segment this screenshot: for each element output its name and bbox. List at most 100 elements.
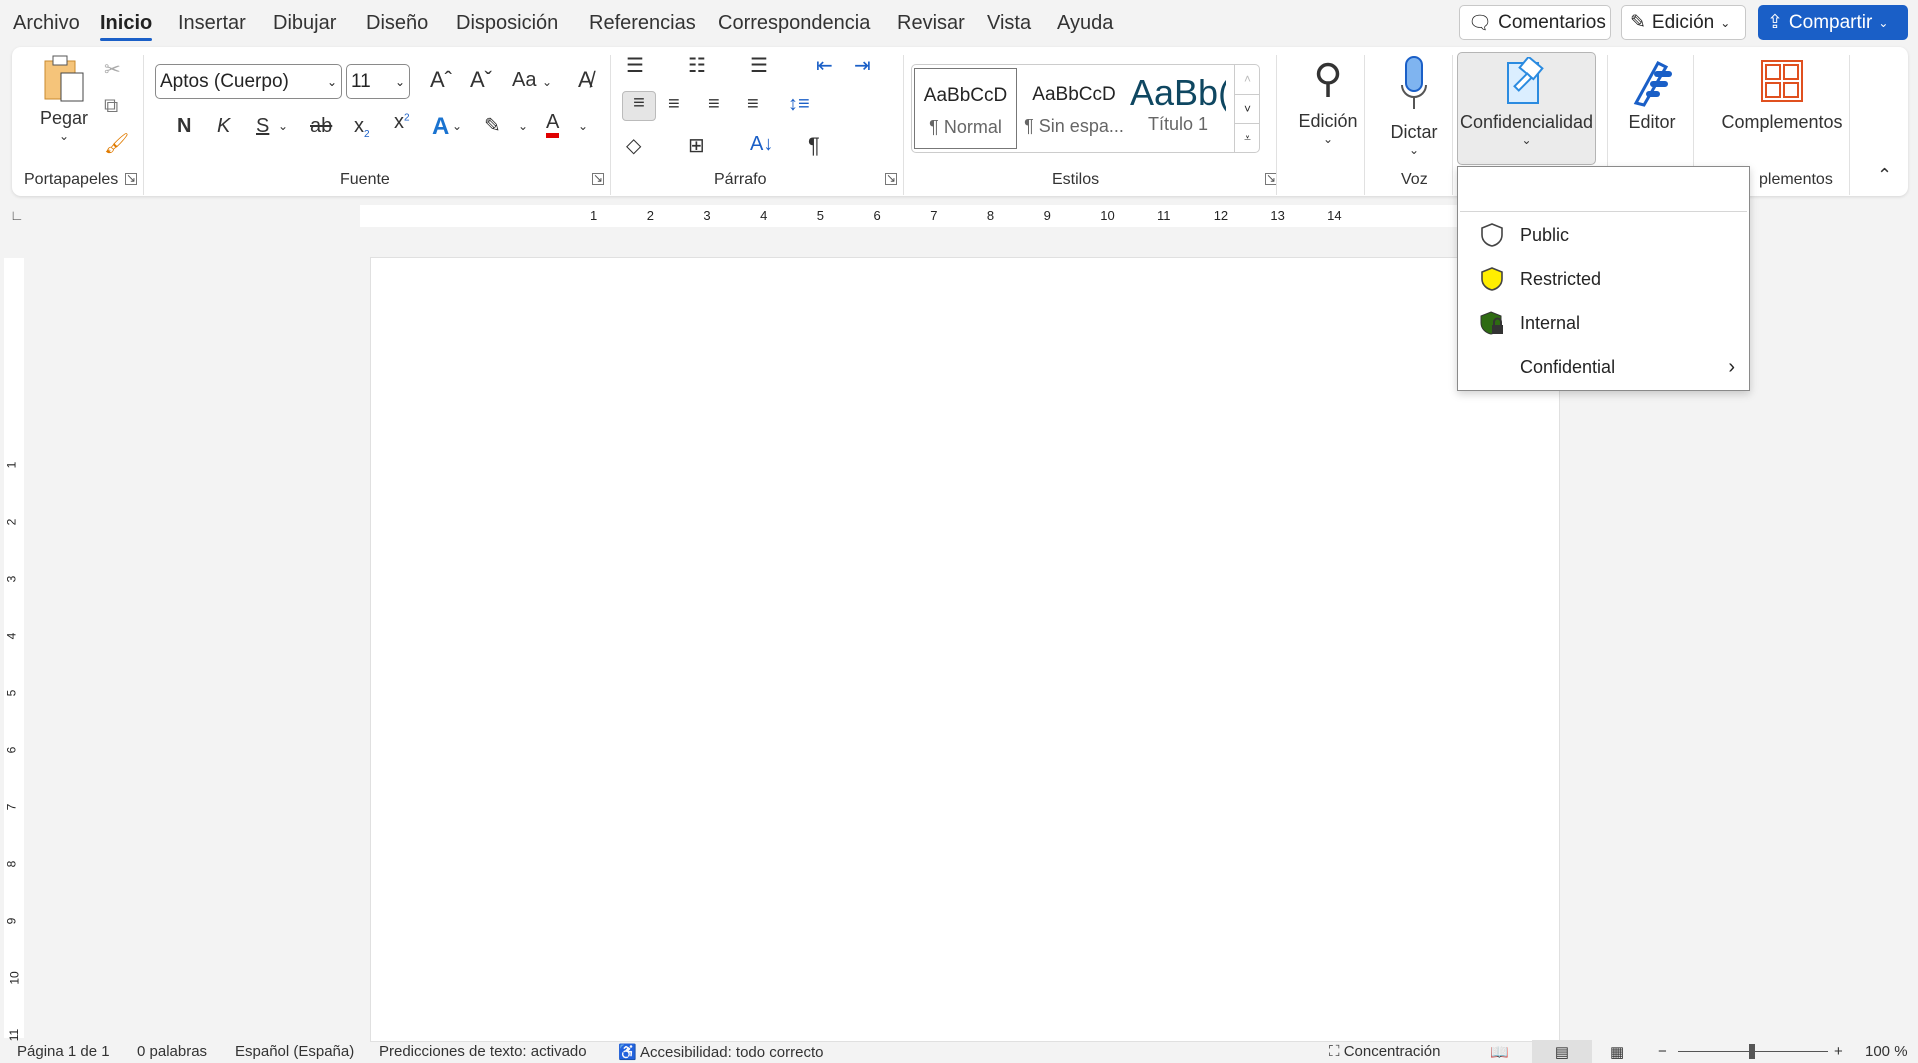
grow-font-icon[interactable]: Aˆ (430, 67, 452, 93)
change-case-button[interactable]: Aa ⌄ (512, 69, 552, 92)
tab-disposicion[interactable]: Disposición (456, 12, 558, 35)
align-center-icon[interactable]: ≡ (668, 93, 680, 116)
page-count[interactable]: Página 1 de 1 (17, 1043, 110, 1060)
subscript-icon[interactable]: x2 (354, 115, 370, 140)
comments-button[interactable]: 🗨 Comentarios (1459, 5, 1611, 40)
line-spacing-icon[interactable]: ↕≡ (788, 93, 810, 116)
paste-button[interactable]: Pegar ⌄ (34, 53, 94, 143)
dialog-launcher-icon[interactable]: ↘ (592, 172, 604, 185)
numbering-icon[interactable]: ☷ (688, 53, 706, 78)
search-icon: ⚲ (1313, 57, 1343, 101)
font-color-icon[interactable]: A (546, 111, 560, 138)
sensitivity-dropdown: Public Restricted Internal Confidential … (1457, 166, 1750, 391)
ruler-number: 2 (646, 208, 654, 223)
highlight-icon[interactable]: ✎ (484, 113, 501, 138)
tab-inicio[interactable]: Inicio (100, 12, 153, 41)
tab-correspondencia[interactable]: Correspondencia (718, 12, 870, 35)
style-heading-1[interactable]: AaBb(Título 1 (1130, 68, 1226, 149)
focus-mode-button[interactable]: ⛶ Concentración (1329, 1043, 1440, 1060)
bold-button[interactable]: N (177, 115, 191, 138)
tab-insertar[interactable]: Insertar (178, 12, 246, 35)
clear-formatting-icon[interactable]: A̸ (578, 67, 593, 93)
document-page[interactable] (370, 257, 1560, 1042)
web-layout-icon[interactable]: ▦ (1610, 1043, 1624, 1061)
sort-icon[interactable]: A↓ (750, 133, 773, 156)
addins-button[interactable]: Complementos (1702, 53, 1862, 133)
share-button[interactable]: ⇪ Compartir ⌄ (1758, 5, 1908, 40)
editor-button[interactable]: Editor (1612, 53, 1692, 133)
tab-diseno[interactable]: Diseño (366, 12, 428, 35)
justify-icon[interactable]: ≡ (747, 93, 759, 116)
align-right-icon[interactable]: ≡ (708, 93, 720, 116)
editing-mode-button[interactable]: ✎ Edición ⌄ (1621, 5, 1746, 40)
dialog-launcher-icon[interactable]: ↘ (885, 172, 897, 185)
zoom-in-icon[interactable]: + (1834, 1043, 1843, 1060)
shrink-font-icon[interactable]: Aˇ (470, 67, 492, 93)
increase-indent-icon[interactable]: ⇥ (854, 53, 871, 78)
tab-ayuda[interactable]: Ayuda (1057, 12, 1113, 35)
strikethrough-button[interactable]: ab (310, 115, 332, 138)
scroll-up-icon[interactable]: ˄ (1235, 65, 1260, 94)
zoom-slider[interactable] (1678, 1044, 1828, 1059)
chevron-down-icon[interactable]: ⌄ (578, 119, 588, 133)
menu-item-public[interactable]: Public (1458, 213, 1749, 257)
italic-button[interactable]: K (217, 115, 230, 138)
text-predictions-status[interactable]: Predicciones de texto: activado (379, 1043, 587, 1060)
cut-icon[interactable]: ✂ (104, 57, 121, 82)
font-size-value: 11 (351, 70, 371, 92)
collapse-ribbon-icon[interactable]: ⌃ (1877, 165, 1892, 186)
tab-referencias[interactable]: Referencias (589, 12, 696, 35)
format-painter-icon[interactable]: 🖌 (104, 131, 129, 156)
bullets-icon[interactable]: ☰ (626, 53, 644, 78)
tab-revisar[interactable]: Revisar (897, 12, 965, 35)
text-effects-icon[interactable]: A (432, 113, 449, 141)
style-no-spacing[interactable]: AaBbCcD ¶ Sin espa... (1022, 68, 1126, 149)
menu-item-restricted[interactable]: Restricted (1458, 257, 1749, 301)
menu-item-confidential[interactable]: Confidential › (1458, 345, 1749, 389)
multilevel-list-icon[interactable]: ☰ (750, 53, 768, 78)
read-mode-icon[interactable]: 📖 (1490, 1043, 1509, 1061)
tab-stop-selector-icon[interactable]: ∟ (10, 207, 24, 223)
chevron-down-icon[interactable]: ⌄ (518, 119, 528, 133)
sensitivity-button[interactable]: Confidencialidad ⌄ (1457, 52, 1596, 165)
show-formatting-marks-icon[interactable]: ¶ (808, 133, 820, 159)
menu-item-internal[interactable]: Internal (1458, 301, 1749, 345)
scroll-down-icon[interactable]: ˅ (1235, 94, 1260, 123)
vertical-ruler[interactable]: 1 2 3 4 5 6 7 8 9 10 11 (4, 258, 24, 1041)
style-normal[interactable]: AaBbCcD ¶ Normal (914, 68, 1017, 149)
borders-icon[interactable]: ⊞ (688, 133, 705, 158)
divider (1460, 211, 1747, 212)
tab-dibujar[interactable]: Dibujar (273, 12, 336, 35)
zoom-out-icon[interactable]: − (1658, 1043, 1667, 1060)
share-icon: ⇪ (1767, 12, 1783, 33)
superscript-icon[interactable]: x2 (394, 111, 410, 134)
shading-icon[interactable]: ◇ (626, 133, 641, 158)
tab-vista[interactable]: Vista (987, 12, 1031, 35)
tab-archivo[interactable]: Archivo (13, 12, 80, 35)
zoom-slider-thumb[interactable] (1749, 1044, 1755, 1059)
chevron-down-icon[interactable]: ⌄ (452, 119, 462, 133)
chevron-down-icon[interactable]: ⌄ (278, 119, 288, 133)
decrease-indent-icon[interactable]: ⇤ (816, 53, 833, 78)
print-layout-icon[interactable]: ▤ (1532, 1040, 1592, 1063)
horizontal-ruler[interactable]: 1 2 3 4 5 6 7 8 9 10 11 12 13 14 (360, 205, 1460, 227)
editing-button[interactable]: ⚲ Edición ⌄ (1282, 53, 1374, 146)
font-name-select[interactable]: Aptos (Cuerpo) ⌄ (155, 64, 342, 99)
ruler-number: 10 (1100, 208, 1115, 223)
dialog-launcher-icon[interactable]: ↘ (125, 172, 137, 185)
styles-scroll[interactable]: ˄ ˅ ⩡ (1234, 65, 1260, 153)
style-preview: AaBbCcD (923, 85, 1008, 106)
word-count[interactable]: 0 palabras (137, 1043, 207, 1060)
language-status[interactable]: Español (España) (235, 1043, 354, 1060)
more-styles-icon[interactable]: ⩡ (1235, 123, 1260, 152)
accessibility-status[interactable]: ♿ Accesibilidad: todo correcto (618, 1043, 823, 1061)
ruler-number: 7 (930, 208, 938, 223)
copy-icon[interactable]: ⧉ (104, 95, 118, 118)
underline-button[interactable]: S (256, 115, 269, 138)
dictate-button[interactable]: Dictar ⌄ (1374, 53, 1454, 157)
align-left-icon[interactable]: ≡ (622, 91, 656, 121)
ruler-number: 9 (1043, 208, 1051, 223)
font-size-select[interactable]: 11 ⌄ (346, 64, 410, 99)
zoom-level[interactable]: 100 % (1865, 1043, 1908, 1060)
ruler-number: 3 (703, 208, 711, 223)
